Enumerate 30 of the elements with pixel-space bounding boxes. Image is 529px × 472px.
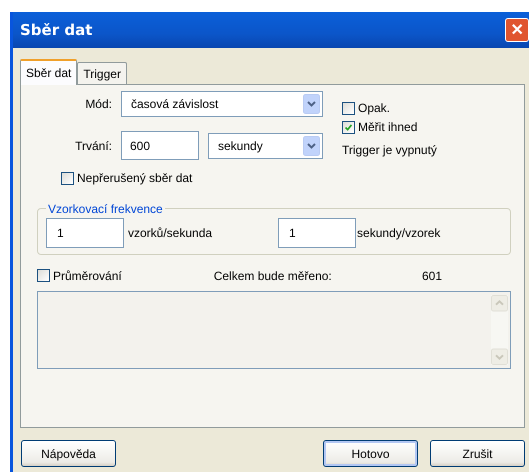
dialog-button[interactable]: Hotovo [323, 440, 418, 467]
window-title: Sběr dat [20, 21, 92, 39]
unit-label: sekundy/vzorek [357, 226, 440, 240]
checkbox-label: Průměrování [53, 268, 122, 282]
checkbox-label: Opak. [358, 101, 390, 115]
close-button[interactable]: ✕ [505, 18, 529, 42]
unit-label: vzorků/sekunda [128, 226, 212, 240]
field-label: Trvání: [74, 138, 112, 152]
total-value: 601 [422, 268, 442, 282]
duration-field[interactable]: 600 [121, 131, 199, 160]
total-label: Celkem bude měřeno: [214, 268, 332, 282]
group-legend: Vzorkovací frekvence [46, 202, 165, 216]
dialog-button[interactable]: Zrušit [430, 440, 525, 467]
checkbox-label: Nepřerušený sběr dat [77, 171, 192, 185]
period-field[interactable]: 1 [278, 218, 356, 248]
text-area[interactable] [37, 290, 511, 368]
checkbox-label: Měřit ihned [358, 120, 418, 134]
mode-dropdown[interactable]: časová závislost [121, 91, 323, 117]
tab[interactable]: Sběr dat [20, 59, 78, 85]
rate-field[interactable]: 1 [46, 218, 124, 248]
dialog-button[interactable]: Nápověda [21, 440, 116, 467]
checkbox[interactable] [342, 120, 355, 134]
scrollbar[interactable] [491, 294, 508, 364]
unit-dropdown[interactable]: sekundy [208, 132, 323, 158]
checkbox[interactable] [37, 269, 50, 282]
tab[interactable]: Trigger [77, 62, 127, 84]
checkbox[interactable] [342, 102, 355, 114]
checkbox[interactable] [61, 172, 74, 184]
field-label: Mód: [84, 97, 112, 111]
trigger-status: Trigger je vypnutý [342, 143, 437, 157]
